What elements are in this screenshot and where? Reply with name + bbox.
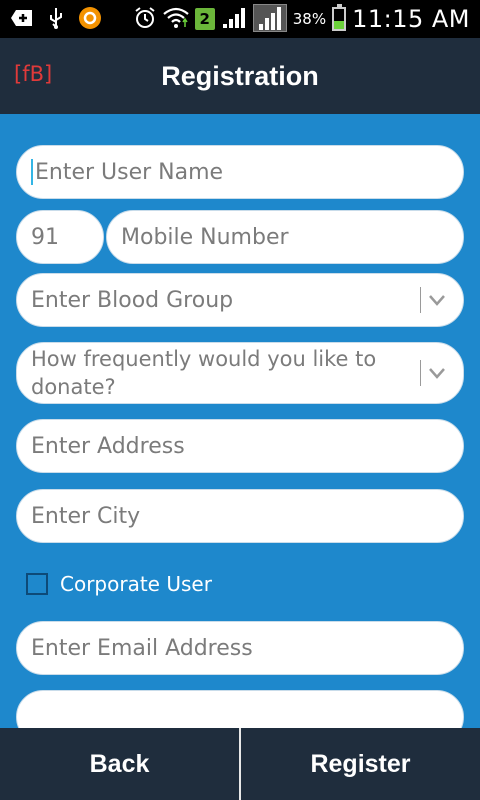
blood-group-placeholder: Enter Blood Group — [31, 287, 234, 313]
battery-percent: 38% — [292, 10, 327, 28]
battery-charging-icon — [332, 4, 347, 31]
address-placeholder: Enter Address — [31, 433, 185, 459]
status-time: 11:15 AM — [352, 5, 470, 33]
status-bar-right: 2 38% 11:15 AM — [133, 0, 470, 38]
username-placeholder: Enter User Name — [35, 159, 224, 185]
signal-icon — [221, 6, 247, 33]
blood-group-dropdown[interactable]: Enter Blood Group — [16, 273, 464, 327]
country-code-input[interactable]: 91 — [16, 210, 104, 264]
email-input[interactable]: Enter Email Address — [16, 621, 464, 675]
orange-app-icon — [78, 6, 102, 33]
city-input[interactable]: Enter City — [16, 489, 464, 543]
signal-boxed-icon — [252, 3, 287, 35]
donation-frequency-dropdown[interactable]: How frequently would you like to donate? — [16, 342, 464, 404]
bottom-bar: Back Register — [0, 728, 480, 800]
donation-frequency-placeholder: How frequently would you like to donate? — [31, 347, 377, 399]
status-bar: 2 38% 11:15 AM — [0, 0, 480, 38]
page-title: Registration — [161, 61, 319, 91]
usb-icon — [48, 7, 64, 32]
text-cursor — [31, 159, 33, 185]
address-input[interactable]: Enter Address — [16, 419, 464, 473]
corporate-user-label: Corporate User — [60, 572, 212, 596]
register-button[interactable]: Register — [241, 728, 480, 800]
notification-count-badge: 2 — [194, 8, 215, 30]
alarm-icon — [133, 6, 157, 33]
corporate-user-row[interactable]: Corporate User — [26, 572, 212, 596]
corporate-user-checkbox[interactable] — [26, 573, 48, 595]
username-input[interactable]: Enter User Name — [16, 145, 464, 199]
blood-group-arrow — [420, 287, 445, 313]
wifi-icon — [163, 7, 189, 32]
chevron-down-icon — [429, 295, 445, 306]
donation-frequency-arrow — [420, 360, 445, 386]
email-placeholder: Enter Email Address — [31, 635, 253, 661]
chevron-down-icon — [429, 368, 445, 379]
image-add-icon — [10, 9, 34, 30]
app-logo: [fB] — [14, 62, 53, 86]
status-bar-left — [10, 0, 102, 38]
mobile-number-input[interactable]: Mobile Number — [106, 210, 464, 264]
mobile-number-placeholder: Mobile Number — [121, 224, 289, 250]
app-header: Registration [fB] — [0, 38, 480, 114]
back-button[interactable]: Back — [0, 728, 239, 800]
city-placeholder: Enter City — [31, 503, 141, 529]
country-code-value: 91 — [31, 224, 59, 250]
